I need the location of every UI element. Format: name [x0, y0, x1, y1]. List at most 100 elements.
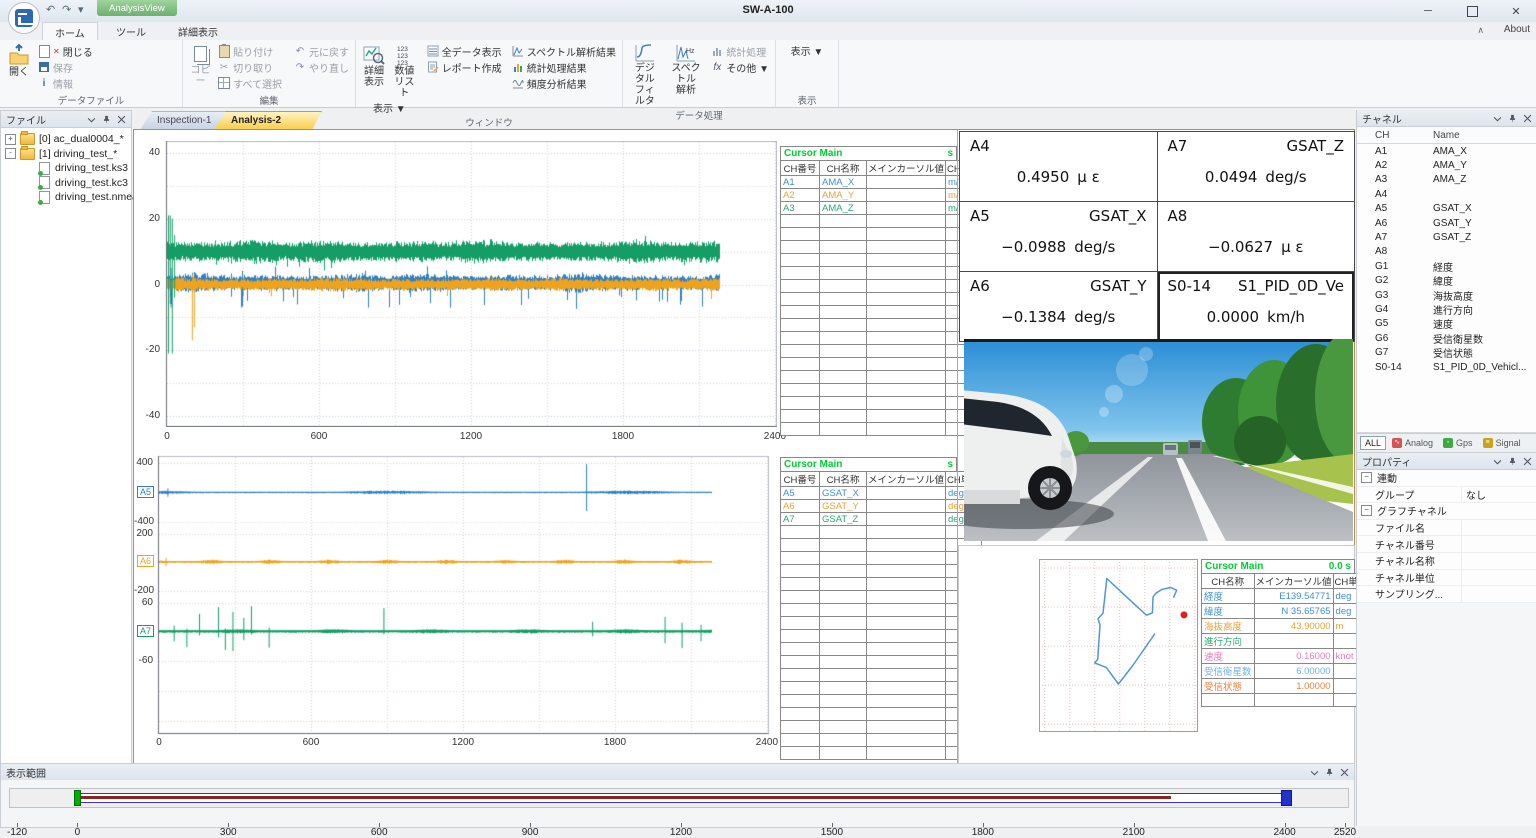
file-tree-item[interactable]: driving_test.kc3	[1, 176, 131, 191]
collapse-icon[interactable]: −	[1361, 472, 1372, 483]
info-button[interactable]: i情報	[35, 75, 96, 91]
property-row[interactable]: サンプリング...	[1357, 586, 1536, 603]
save-button[interactable]: 保存	[35, 59, 96, 75]
file-tree-item[interactable]: -[1] driving_test_*	[1, 147, 131, 162]
tile-channel-id: A8	[1168, 207, 1188, 225]
app-menu-button[interactable]	[8, 2, 40, 34]
gps-map[interactable]	[1039, 559, 1198, 732]
undo-button[interactable]: ↶元に戻す	[291, 43, 352, 59]
tab-analysis-2[interactable]: Analysis-2	[214, 111, 322, 130]
property-value[interactable]	[1461, 570, 1536, 586]
acceleration-chart[interactable]	[163, 141, 777, 427]
property-row[interactable]: ファイル名	[1357, 520, 1536, 537]
close-icon[interactable]	[1340, 768, 1349, 777]
chevron-down-icon[interactable]	[1493, 457, 1502, 466]
spectral-result-button[interactable]: スペクトル解析結果	[509, 43, 619, 59]
channel-list-item[interactable]: G3海抜高度	[1357, 288, 1536, 302]
all-data-view-button[interactable]: 全データ表示	[424, 43, 505, 59]
channel-id: S0-14	[1357, 362, 1433, 373]
channel-list-item[interactable]: G5速度	[1357, 317, 1536, 331]
file-tree-item[interactable]: driving_test.nmea	[1, 190, 131, 205]
tab-tools[interactable]: ツール	[104, 22, 158, 42]
channel-list-item[interactable]: A2AMA_Y	[1357, 158, 1536, 172]
channel-list-item[interactable]: S0-14S1_PID_0D_Vehicl...	[1357, 360, 1536, 374]
minimize-button[interactable]: ─	[1408, 0, 1448, 22]
pin-icon[interactable]	[1508, 114, 1517, 123]
close-icon[interactable]	[1523, 114, 1532, 123]
expand-icon[interactable]: +	[5, 134, 16, 145]
channel-list-item[interactable]: A6GSAT_Y	[1357, 216, 1536, 230]
pin-icon[interactable]	[1508, 457, 1517, 466]
file-tree-item[interactable]: driving_test.ks3	[1, 161, 131, 176]
empty-cell	[867, 319, 946, 332]
chevron-down-icon[interactable]	[87, 115, 96, 124]
maximize-button[interactable]	[1452, 0, 1492, 22]
stat-processing-button[interactable]: 統計処理	[708, 43, 772, 59]
channel-list-item[interactable]: A5GSAT_X	[1357, 202, 1536, 216]
channel-list-item[interactable]: A1AMA_X	[1357, 144, 1536, 158]
cut-button[interactable]: ✂切り取り	[215, 59, 285, 75]
stats-result-button[interactable]: 統計処理結果	[509, 59, 619, 75]
close-icon[interactable]	[1523, 457, 1532, 466]
filter-signal[interactable]: ≡Signal	[1479, 437, 1525, 449]
copy-button[interactable]: コピー	[186, 42, 215, 88]
detail-view-button[interactable]: 詳細表示	[359, 43, 389, 100]
collapse-icon[interactable]: -	[5, 148, 16, 159]
property-row[interactable]: チャネル名称	[1357, 553, 1536, 570]
chevron-down-icon[interactable]	[1493, 114, 1502, 123]
property-value[interactable]	[1461, 586, 1536, 602]
other-dropdown-button[interactable]: fxその他 ▼	[708, 59, 772, 75]
freq-result-button[interactable]: 頻度分析結果	[509, 75, 619, 91]
range-start-handle[interactable]	[74, 790, 81, 806]
filter-all[interactable]: ALL	[1360, 436, 1386, 450]
property-row[interactable]: チャネル単位	[1357, 570, 1536, 587]
open-button[interactable]: 開く	[3, 42, 35, 79]
property-value[interactable]	[1461, 553, 1536, 569]
create-report-button[interactable]: レポート作成	[424, 59, 505, 75]
filter-gps[interactable]: ◦Gps	[1439, 437, 1477, 449]
property-row[interactable]: チャネル番号	[1357, 536, 1536, 553]
collapse-icon[interactable]: −	[1361, 505, 1372, 516]
close-button[interactable]: ✕	[1496, 0, 1536, 22]
paste-button[interactable]: 貼り付け	[215, 43, 285, 59]
range-end-handle[interactable]	[1281, 790, 1292, 806]
tile-value-row: 0.0000km/h	[1168, 308, 1345, 326]
property-row[interactable]: −連動	[1357, 470, 1536, 487]
gps-track	[1095, 579, 1177, 685]
property-value[interactable]	[1461, 536, 1536, 552]
filter-analog[interactable]: ∿Analog	[1388, 437, 1437, 449]
close-icon[interactable]	[117, 115, 126, 124]
channel-list-item[interactable]: A8	[1357, 245, 1536, 259]
channel-list-item[interactable]: G4進行方向	[1357, 302, 1536, 316]
channel-list-item[interactable]: G2緯度	[1357, 274, 1536, 288]
file-tree-item[interactable]: +[0] ac_dual0004_*	[1, 132, 131, 147]
about-link[interactable]: About	[1504, 24, 1530, 35]
property-value[interactable]	[1461, 520, 1536, 536]
pin-icon[interactable]	[102, 115, 111, 124]
channel-list-item[interactable]: G1経度	[1357, 259, 1536, 273]
channel-list-item[interactable]: G7受信状態	[1357, 345, 1536, 359]
close-file-button[interactable]: ✕閉じる	[35, 43, 96, 59]
display-dropdown-button[interactable]: 表示 ▼	[788, 42, 827, 58]
channel-list-item[interactable]: G6受信衛星数	[1357, 331, 1536, 345]
redo-button[interactable]: ↷やり直し	[291, 59, 352, 75]
collapse-ribbon-icon[interactable]: ∧	[1477, 25, 1484, 36]
channel-list-item[interactable]: A4	[1357, 187, 1536, 201]
detail-view-label: 詳細表示	[363, 66, 385, 88]
spectrum-analysis-button[interactable]: Hz スペクトル 解析	[664, 42, 709, 97]
digital-filter-button[interactable]: デジタル フィルタ	[626, 42, 664, 108]
select-all-button[interactable]: すべて選択	[215, 75, 285, 91]
chevron-down-icon[interactable]	[1310, 768, 1319, 777]
tab-detail-view[interactable]: 詳細表示	[166, 22, 230, 42]
gyro-chart[interactable]	[155, 453, 771, 736]
channel-list-item[interactable]: A3AMA_Z	[1357, 173, 1536, 187]
channel-list-item[interactable]: A7GSAT_Z	[1357, 230, 1536, 244]
property-row[interactable]: −グラフチャネル	[1357, 503, 1536, 520]
empty-row	[781, 578, 982, 591]
tile-value-row: 0.0494deg/s	[1168, 168, 1345, 186]
numeric-list-button[interactable]: 123 123 123 数値リスト	[389, 43, 420, 100]
tile-value: 0.0494	[1205, 168, 1258, 186]
property-row[interactable]: グループなし	[1357, 487, 1536, 504]
pin-icon[interactable]	[1325, 768, 1334, 777]
property-value[interactable]: なし	[1461, 487, 1536, 503]
